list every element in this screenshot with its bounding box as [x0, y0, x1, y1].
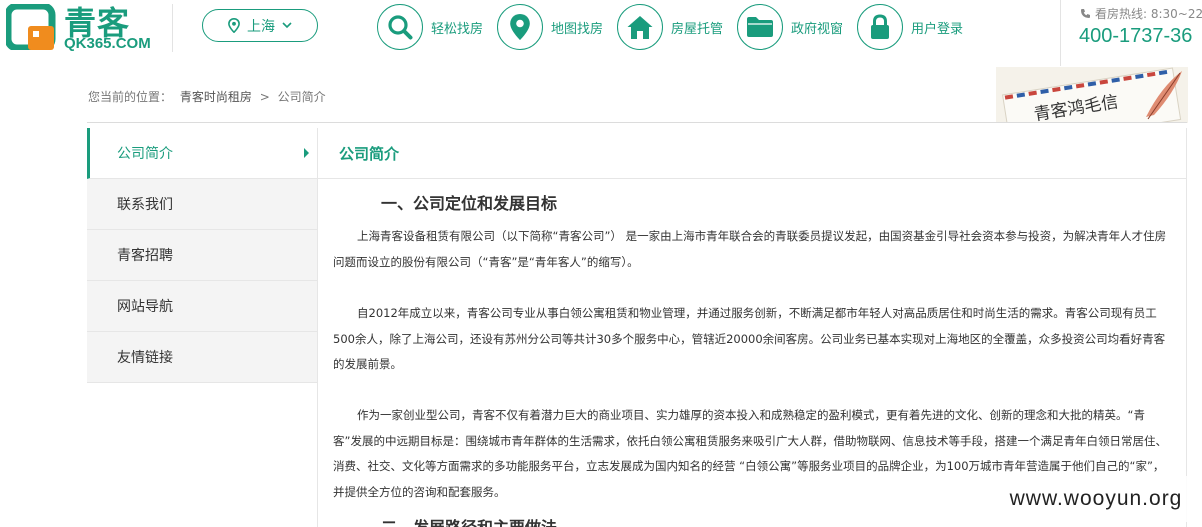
nav-label: 房屋托管 — [671, 21, 724, 37]
hotline-number[interactable]: 400-1737-36 — [1079, 25, 1192, 48]
sidebar-item-careers[interactable]: 青客招聘 — [87, 230, 317, 281]
nav-label: 政府视窗 — [791, 21, 844, 37]
site-logo[interactable]: 青客 QK365.COM — [6, 2, 151, 52]
house-icon — [627, 16, 653, 39]
map-pin-icon — [510, 14, 530, 40]
breadcrumb-prefix: 您当前的位置： — [88, 90, 173, 104]
envelope-banner[interactable]: 青客鸿毛信 — [996, 67, 1188, 123]
content-panel: 公司简介 一、公司定位和发展目标 上海青客设备租赁有限公司（以下简称“青客公司”… — [317, 128, 1187, 527]
envelope-image: 青客鸿毛信 — [996, 67, 1188, 123]
city-label: 上海 — [247, 18, 275, 35]
chevron-down-icon — [282, 22, 292, 29]
paragraph-2: 自2012年成立以来，青客公司专业从事白领公寓租赁和物业管理，并通过服务创新，不… — [333, 306, 1166, 371]
nav-search-house[interactable]: 轻松找房 — [377, 4, 483, 50]
breadcrumb-current: 公司简介 — [277, 90, 326, 104]
lock-icon — [871, 14, 889, 39]
city-selector-button[interactable]: 上海 — [202, 9, 318, 42]
phone-icon — [1081, 9, 1090, 18]
location-pin-icon — [228, 18, 240, 33]
logo-mark-icon — [6, 4, 56, 50]
sidebar-item-label: 公司简介 — [117, 146, 173, 162]
watermark: www.wooyun.org — [990, 476, 1202, 522]
sidebar-item-label: 友情链接 — [117, 350, 173, 366]
logo-name-en: QK365.COM — [64, 35, 151, 52]
sidebar-item-contact[interactable]: 联系我们 — [87, 179, 317, 230]
sidebar-item-label: 青客招聘 — [117, 248, 173, 264]
nav-house-custody[interactable]: 房屋托管 — [617, 4, 723, 50]
sidebar-item-label: 网站导航 — [117, 299, 173, 315]
nav-label: 用户登录 — [911, 21, 964, 37]
nav-label: 地图找房 — [551, 21, 604, 37]
site-header: 青客 QK365.COM 上海 轻松找房 地图找房 房屋托管 政府视窗 用户登录… — [0, 0, 1202, 66]
breadcrumb-home-link[interactable]: 青客时尚租房 — [180, 90, 252, 104]
content-title-bar: 公司简介 — [318, 128, 1186, 179]
breadcrumb: 您当前的位置： 青客时尚租房 > 公司简介 — [88, 88, 330, 105]
nav-user-login[interactable]: 用户登录 — [857, 4, 963, 50]
sidebar-item-sitemap[interactable]: 网站导航 — [87, 281, 317, 332]
breadcrumb-separator: > — [259, 90, 270, 104]
nav-map-search[interactable]: 地图找房 — [497, 4, 603, 50]
section-heading-2: 二、发展路径和主要做法 — [381, 514, 557, 527]
sidebar-menu: 公司简介 联系我们 青客招聘 网站导航 友情链接 — [87, 128, 317, 383]
sidebar-item-about[interactable]: 公司简介 — [87, 128, 317, 179]
folder-icon — [747, 17, 773, 37]
content-title: 公司简介 — [339, 144, 400, 163]
nav-label: 轻松找房 — [431, 21, 484, 37]
hotline-divider — [1060, 0, 1061, 66]
header-divider — [172, 4, 173, 52]
hotline-label: 看房热线: 8:30~22:0 — [1080, 5, 1202, 22]
section-heading-1: 一、公司定位和发展目标 — [381, 194, 558, 213]
paragraph-1: 上海青客设备租赁有限公司（以下简称“青客公司”） 是一家由上海市青年联合会的青联… — [333, 229, 1167, 269]
nav-gov-window[interactable]: 政府视窗 — [737, 4, 843, 50]
breadcrumb-divider — [87, 122, 1187, 123]
caret-right-icon — [304, 148, 309, 158]
search-icon — [388, 15, 413, 40]
sidebar-item-links[interactable]: 友情链接 — [87, 332, 317, 383]
sidebar-item-label: 联系我们 — [117, 197, 173, 213]
